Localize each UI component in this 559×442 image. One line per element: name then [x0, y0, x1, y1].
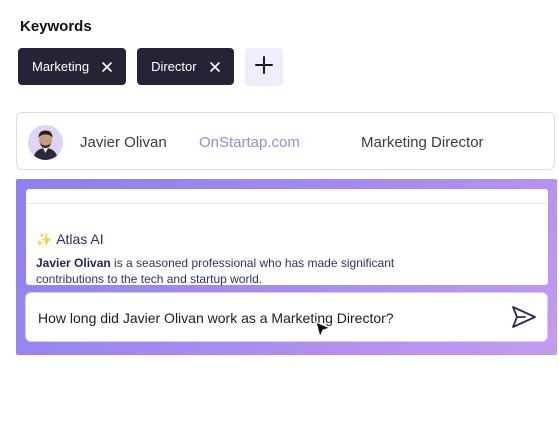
plus-icon	[254, 55, 273, 79]
profile-name: Javier Olivan	[80, 134, 167, 151]
send-button[interactable]	[511, 305, 537, 329]
ai-response-card: ✨ Atlas AI Javier Olivan is a seasoned pr…	[26, 189, 548, 287]
sparkle-icon: ✨	[36, 232, 53, 247]
avatar	[28, 125, 63, 160]
keyword-chip-director[interactable]: Director	[137, 48, 234, 85]
ai-title: ✨ Atlas AI	[36, 231, 104, 248]
profile-job-title: Marketing Director	[361, 134, 484, 151]
chip-label: Marketing	[32, 59, 90, 74]
profile-site-link[interactable]: OnStartap.com	[199, 134, 300, 151]
keywords-heading: Keywords	[20, 18, 92, 35]
add-keyword-button[interactable]	[244, 48, 283, 86]
ai-summary-name: Javier Olivan	[36, 256, 111, 270]
divider	[26, 203, 548, 204]
question-input[interactable]: How long did Javier Olivan work as a Mar…	[38, 310, 498, 326]
close-icon[interactable]	[101, 61, 113, 73]
ai-assistant-panel: ✨ Atlas AI Javier Olivan is a seasoned pr…	[16, 179, 557, 355]
question-input-box[interactable]: How long did Javier Olivan work as a Mar…	[25, 292, 548, 342]
ai-summary: Javier Olivan is a seasoned professional…	[36, 255, 456, 287]
keyword-chip-marketing[interactable]: Marketing	[18, 48, 127, 85]
keyword-chip-row: Marketing Director	[18, 48, 283, 86]
ai-title-text: Atlas AI	[56, 231, 104, 247]
chip-label: Director	[151, 59, 197, 74]
close-icon[interactable]	[209, 61, 221, 73]
mouse-cursor-icon	[314, 320, 332, 340]
send-icon	[511, 306, 537, 333]
profile-card[interactable]: Javier Olivan OnStartap.com Marketing Di…	[16, 112, 555, 170]
